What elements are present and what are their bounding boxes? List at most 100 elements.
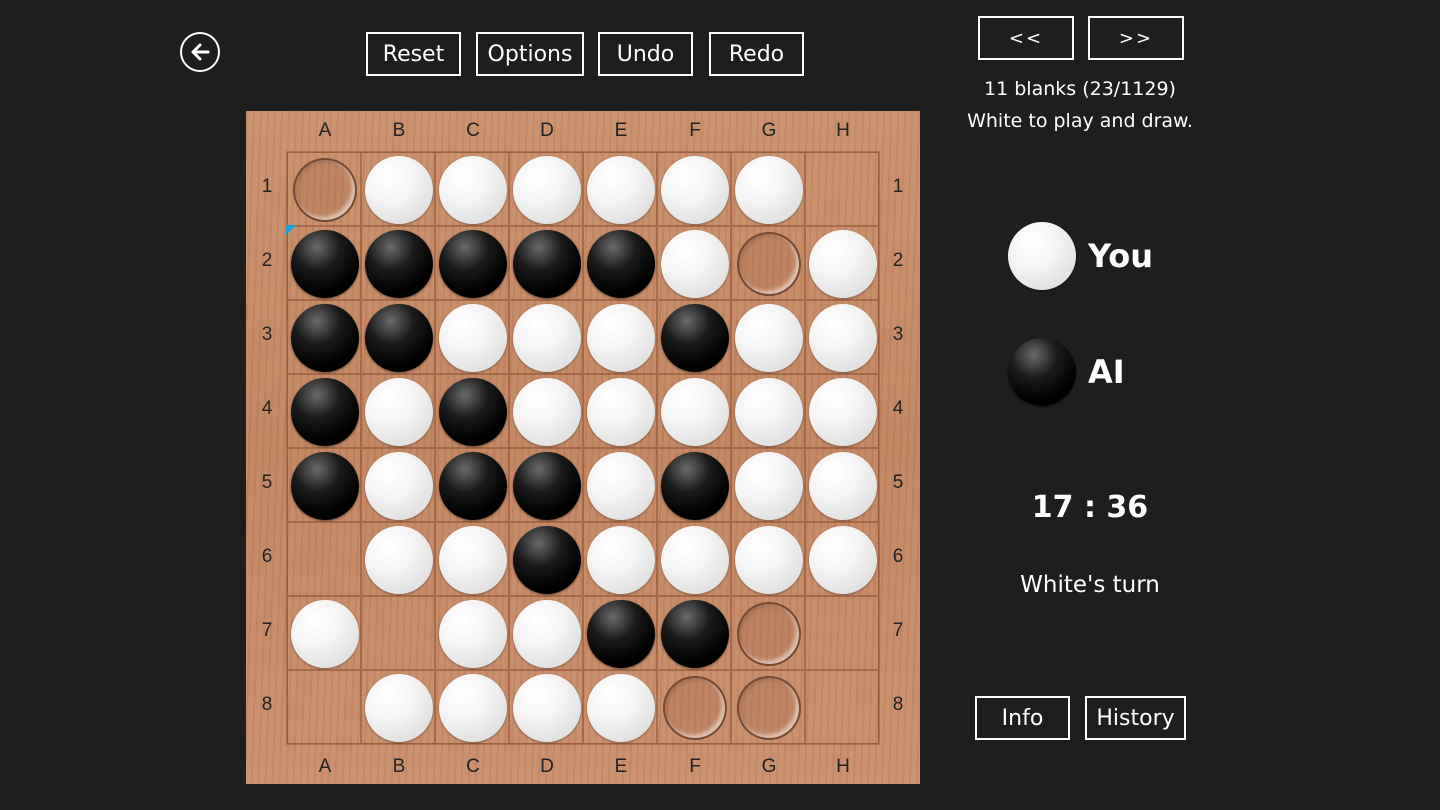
board-cell-a5[interactable] bbox=[287, 448, 361, 522]
board-cell-f6[interactable] bbox=[657, 522, 731, 596]
board-cell-h1[interactable] bbox=[805, 152, 879, 226]
board-cell-f3[interactable] bbox=[657, 300, 731, 374]
info-button[interactable]: Info bbox=[975, 696, 1070, 740]
board-cell-d6[interactable] bbox=[509, 522, 583, 596]
board-cell-a7[interactable] bbox=[287, 596, 361, 670]
row-label-2-left: 2 bbox=[261, 250, 273, 271]
board-cell-h7[interactable] bbox=[805, 596, 879, 670]
board-cell-e4[interactable] bbox=[583, 374, 657, 448]
board-cell-b8[interactable] bbox=[361, 670, 435, 744]
board-cell-h5[interactable] bbox=[805, 448, 879, 522]
board-cell-d4[interactable] bbox=[509, 374, 583, 448]
board-cell-c5[interactable] bbox=[435, 448, 509, 522]
board-cell-c3[interactable] bbox=[435, 300, 509, 374]
board-cell-b7[interactable] bbox=[361, 596, 435, 670]
legal-move-hint[interactable] bbox=[737, 676, 801, 740]
board-cell-d8[interactable] bbox=[509, 670, 583, 744]
board-cell-b5[interactable] bbox=[361, 448, 435, 522]
board-cell-b4[interactable] bbox=[361, 374, 435, 448]
white-disc bbox=[661, 378, 729, 446]
board-cell-f1[interactable] bbox=[657, 152, 731, 226]
board-cell-d2[interactable] bbox=[509, 226, 583, 300]
board-cell-f7[interactable] bbox=[657, 596, 731, 670]
board-cell-g5[interactable] bbox=[731, 448, 805, 522]
board-cell-c2[interactable] bbox=[435, 226, 509, 300]
board-cell-b6[interactable] bbox=[361, 522, 435, 596]
back-button[interactable] bbox=[180, 32, 220, 72]
column-label-b-top: B bbox=[392, 120, 406, 141]
board-cell-h3[interactable] bbox=[805, 300, 879, 374]
board-cell-g7[interactable] bbox=[731, 596, 805, 670]
white-disc bbox=[587, 452, 655, 520]
board-cell-a8[interactable] bbox=[287, 670, 361, 744]
board-cell-a6[interactable] bbox=[287, 522, 361, 596]
board-cell-f2[interactable] bbox=[657, 226, 731, 300]
board-cell-h6[interactable] bbox=[805, 522, 879, 596]
board-cell-d1[interactable] bbox=[509, 152, 583, 226]
game-board: A A B B C C D D E E F F G G H H 1 1 2 2 3 3 4 4 5 5 6 6 7 7 8 8 bbox=[246, 111, 920, 784]
board-cell-f4[interactable] bbox=[657, 374, 731, 448]
board-cell-e3[interactable] bbox=[583, 300, 657, 374]
board-cell-g4[interactable] bbox=[731, 374, 805, 448]
reset-button[interactable]: Reset bbox=[366, 32, 461, 76]
board-cell-a4[interactable] bbox=[287, 374, 361, 448]
board-cell-c1[interactable] bbox=[435, 152, 509, 226]
next-puzzle-button[interactable]: >> bbox=[1088, 16, 1184, 60]
board-cell-b1[interactable] bbox=[361, 152, 435, 226]
board-cell-h2[interactable] bbox=[805, 226, 879, 300]
board-cell-e6[interactable] bbox=[583, 522, 657, 596]
white-disc bbox=[809, 304, 877, 372]
white-disc bbox=[587, 304, 655, 372]
white-disc bbox=[365, 452, 433, 520]
board-cell-g8[interactable] bbox=[731, 670, 805, 744]
legal-move-hint[interactable] bbox=[737, 232, 801, 296]
white-disc bbox=[735, 452, 803, 520]
previous-puzzle-button[interactable]: << bbox=[978, 16, 1074, 60]
puzzle-task: White to play and draw. bbox=[967, 110, 1193, 132]
black-disc-icon bbox=[1008, 338, 1076, 406]
column-label-a-bottom: A bbox=[318, 756, 332, 777]
redo-button[interactable]: Redo bbox=[709, 32, 804, 76]
board-cell-d3[interactable] bbox=[509, 300, 583, 374]
board-cell-c8[interactable] bbox=[435, 670, 509, 744]
white-disc bbox=[809, 378, 877, 446]
column-label-g-top: G bbox=[761, 120, 777, 141]
column-label-e-top: E bbox=[614, 120, 628, 141]
row-label-5-left: 5 bbox=[261, 472, 273, 493]
history-button[interactable]: History bbox=[1085, 696, 1186, 740]
board-cell-f5[interactable] bbox=[657, 448, 731, 522]
column-label-b-bottom: B bbox=[392, 756, 406, 777]
board-cell-a3[interactable] bbox=[287, 300, 361, 374]
white-disc bbox=[735, 378, 803, 446]
board-cell-d5[interactable] bbox=[509, 448, 583, 522]
board-cell-g2[interactable] bbox=[731, 226, 805, 300]
legal-move-hint[interactable] bbox=[663, 676, 727, 740]
board-cell-e2[interactable] bbox=[583, 226, 657, 300]
board-cell-h4[interactable] bbox=[805, 374, 879, 448]
board-cell-h8[interactable] bbox=[805, 670, 879, 744]
board-cell-e5[interactable] bbox=[583, 448, 657, 522]
legal-move-hint[interactable] bbox=[293, 158, 357, 222]
board-cell-g6[interactable] bbox=[731, 522, 805, 596]
options-button[interactable]: Options bbox=[476, 32, 584, 76]
board-cell-g1[interactable] bbox=[731, 152, 805, 226]
board-cell-c4[interactable] bbox=[435, 374, 509, 448]
row-label-8-right: 8 bbox=[892, 694, 904, 715]
board-cell-d7[interactable] bbox=[509, 596, 583, 670]
board-cell-a1[interactable] bbox=[287, 152, 361, 226]
board-cell-e8[interactable] bbox=[583, 670, 657, 744]
legal-move-hint[interactable] bbox=[737, 602, 801, 666]
board-cell-b2[interactable] bbox=[361, 226, 435, 300]
board-cell-b3[interactable] bbox=[361, 300, 435, 374]
board-cell-e1[interactable] bbox=[583, 152, 657, 226]
undo-button[interactable]: Undo bbox=[598, 32, 693, 76]
row-label-7-right: 7 bbox=[892, 620, 904, 641]
board-cell-g3[interactable] bbox=[731, 300, 805, 374]
board-cell-c7[interactable] bbox=[435, 596, 509, 670]
column-label-c-bottom: C bbox=[466, 756, 480, 777]
board-cell-a2[interactable] bbox=[286, 225, 361, 300]
column-label-f-bottom: F bbox=[689, 756, 701, 777]
board-cell-f8[interactable] bbox=[657, 670, 731, 744]
board-cell-e7[interactable] bbox=[583, 596, 657, 670]
board-cell-c6[interactable] bbox=[435, 522, 509, 596]
